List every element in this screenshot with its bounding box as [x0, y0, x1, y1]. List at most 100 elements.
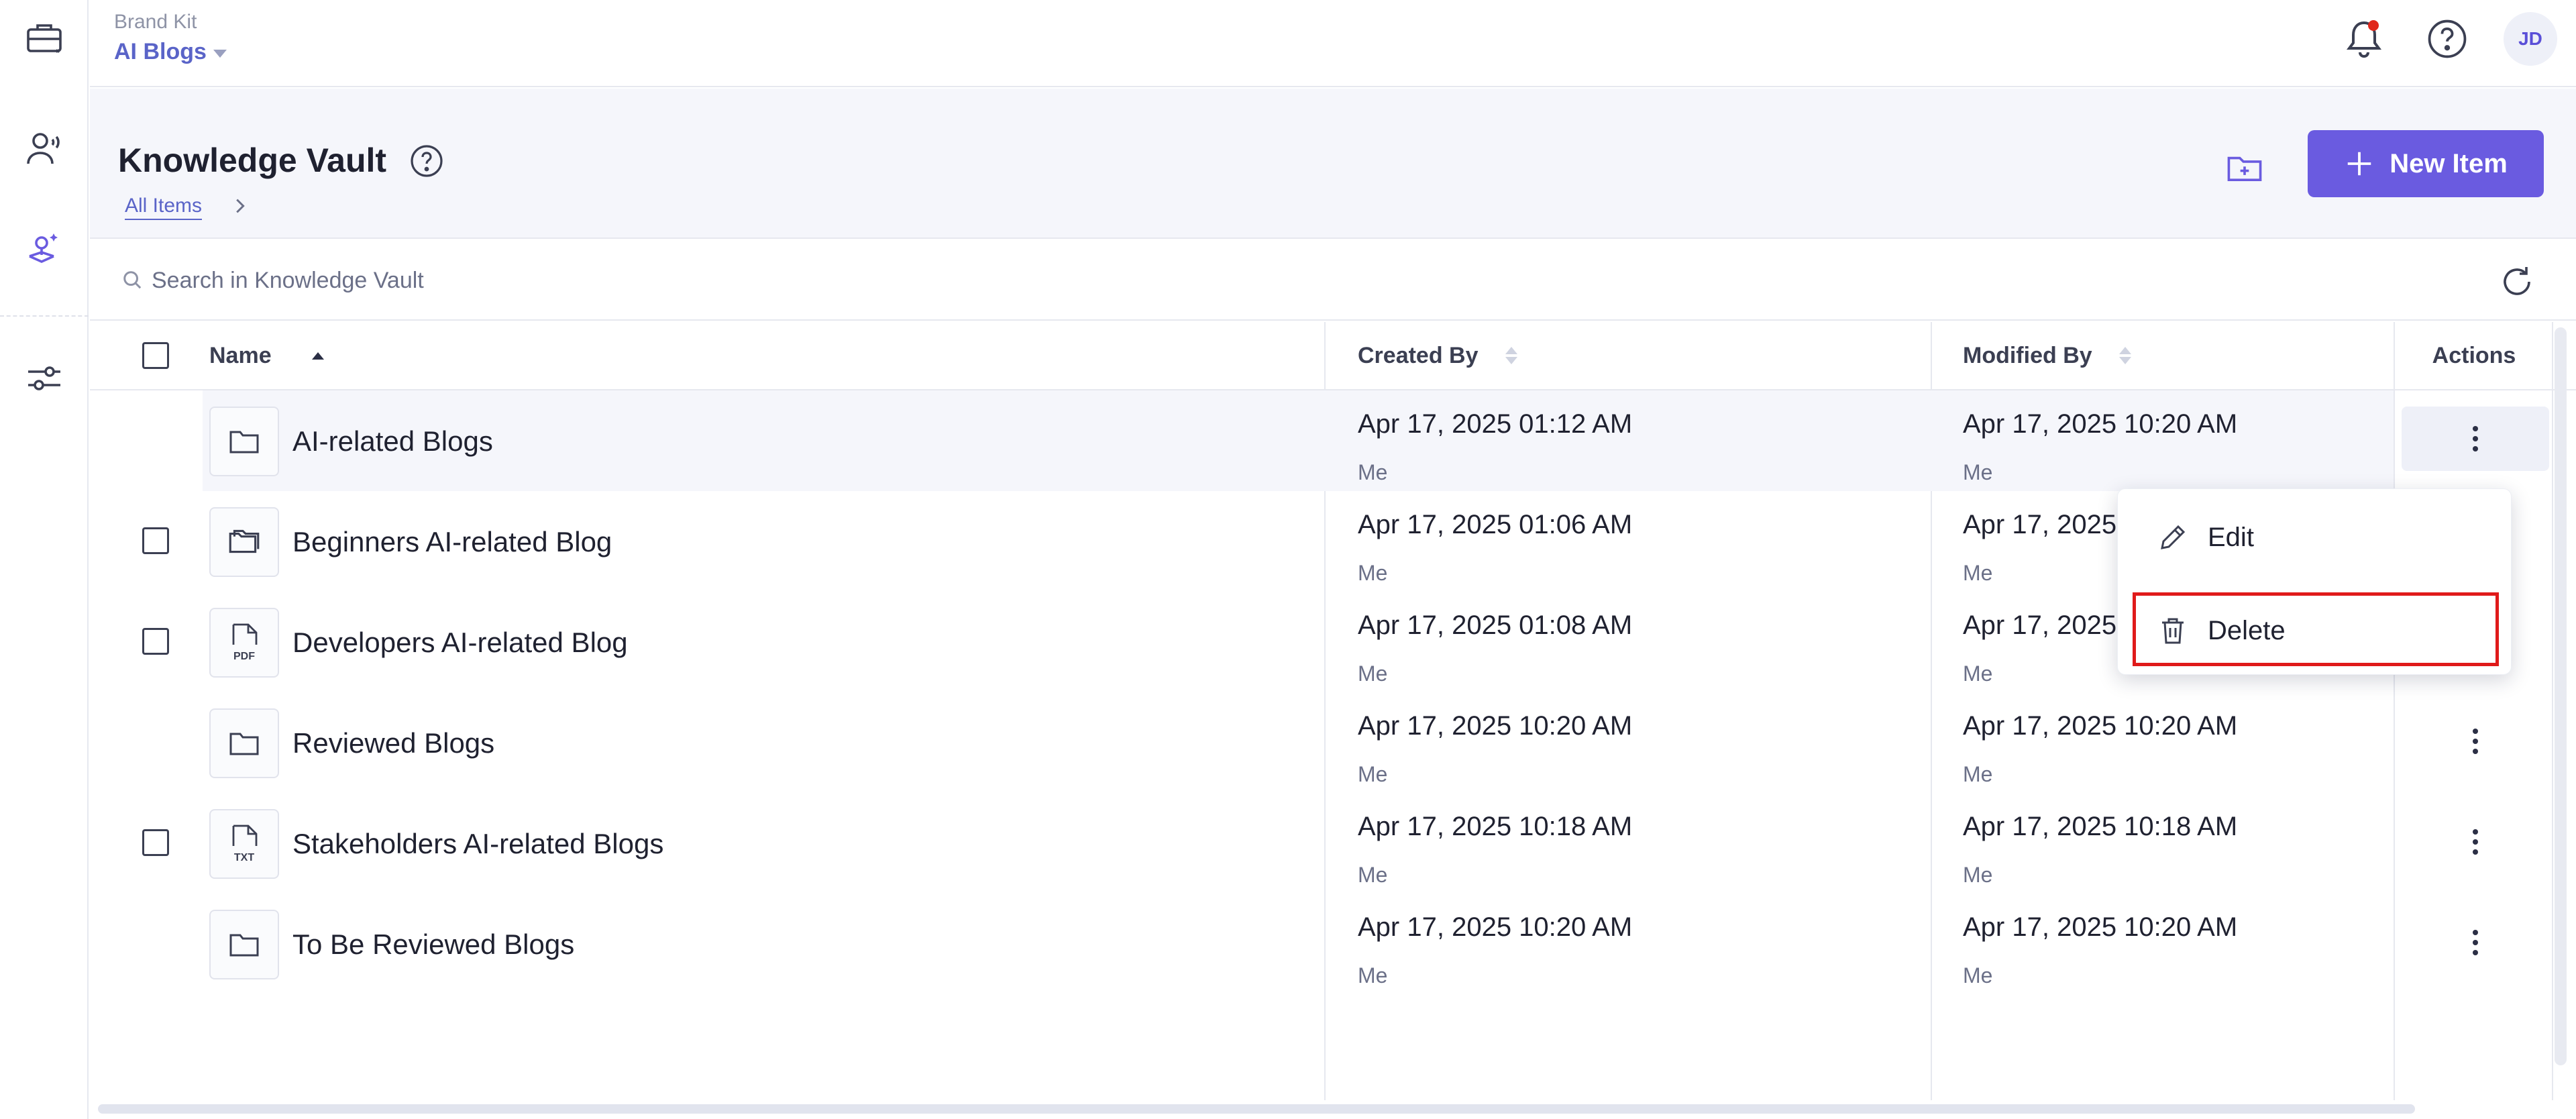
row-name[interactable]: AI-related Blogs [292, 425, 493, 458]
column-modified-label: Modified By [1963, 342, 2092, 368]
help-icon[interactable] [2423, 15, 2471, 63]
vertical-scrollbar[interactable] [2555, 327, 2567, 1065]
breadcrumb-all-items[interactable]: All Items [125, 195, 203, 220]
horizontal-scrollbar[interactable] [98, 1104, 2415, 1114]
table-row[interactable]: Reviewed Blogs Apr 17, 2025 10:20 AM Me … [90, 692, 2394, 793]
table-row[interactable]: PDF Developers AI-related Blog Apr 17, 2… [90, 592, 2394, 692]
txt-file-icon: TXT [209, 809, 279, 879]
column-header-created[interactable]: Created By [1358, 322, 1517, 389]
modified-date: Apr 17, 2025 10:20 AM [1963, 912, 2238, 942]
row-name[interactable]: Developers AI-related Blog [292, 627, 628, 659]
toolkit-icon[interactable] [15, 8, 74, 67]
new-item-button[interactable]: New Item [2308, 130, 2544, 197]
notification-bell-icon[interactable] [2340, 15, 2388, 63]
top-bar [90, 0, 2576, 87]
more-actions-icon[interactable] [2455, 818, 2496, 865]
menu-item-edit[interactable]: Edit [2157, 511, 2254, 564]
search-bar [90, 240, 2576, 321]
brand-selector[interactable]: AI Blogs [114, 39, 227, 65]
created-date: Apr 17, 2025 01:08 AM [1358, 610, 1633, 640]
help-circle-icon[interactable] [409, 144, 444, 178]
page-title: Knowledge Vault [118, 142, 387, 179]
menu-edit-label: Edit [2208, 522, 2254, 552]
modified-by: Me [1963, 963, 1993, 988]
row-context-menu: Edit Delete [2117, 488, 2512, 675]
folder-stack-icon [209, 507, 279, 577]
column-name-label: Name [209, 342, 272, 368]
page-header: Knowledge Vault All Items New Item [90, 89, 2576, 239]
table-row[interactable]: AI-related Blogs Apr 17, 2025 01:12 AM M… [90, 390, 2394, 491]
folder-icon [209, 407, 279, 476]
row-checkbox[interactable] [142, 527, 169, 554]
modified-date: Apr 17, 2025 10:20 AM [1963, 711, 2238, 741]
modified-by: Me [1963, 762, 1993, 786]
modified-by: Me [1963, 863, 1993, 887]
created-by: Me [1358, 762, 1388, 786]
sort-ascending-icon[interactable] [311, 352, 324, 360]
modified-by: Me [1963, 661, 1993, 686]
settings-sliders-icon[interactable] [15, 349, 74, 408]
created-date: Apr 17, 2025 01:06 AM [1358, 510, 1633, 539]
menu-delete-label: Delete [2208, 615, 2286, 645]
created-date: Apr 17, 2025 01:12 AM [1358, 409, 1633, 439]
agent-icon[interactable] [15, 118, 74, 177]
brand-kit-caption: Brand Kit [114, 11, 197, 33]
created-by: Me [1358, 661, 1388, 686]
table-row[interactable]: To Be Reviewed Blogs Apr 17, 2025 10:20 … [90, 894, 2394, 994]
modified-date: Apr 17, 2025 10:20 AM [1963, 409, 2238, 439]
created-date: Apr 17, 2025 10:20 AM [1358, 912, 1633, 942]
column-header-actions: Actions [2432, 342, 2516, 368]
more-actions-icon[interactable] [2455, 919, 2496, 966]
row-name[interactable]: Reviewed Blogs [292, 727, 494, 759]
sort-icon[interactable] [2118, 347, 2131, 364]
select-all-checkbox[interactable] [142, 342, 169, 369]
items-table: Name Created By Modified By Actions AI-r… [90, 322, 2576, 1100]
table-row[interactable]: Beginners AI-related Blog Apr 17, 2025 0… [90, 491, 2394, 592]
created-by: Me [1358, 963, 1388, 988]
search-input[interactable] [152, 260, 957, 301]
left-rail [0, 0, 89, 1119]
pencil-icon [2161, 525, 2186, 549]
modified-date: Apr 17, 2025 [1963, 510, 2117, 539]
created-by: Me [1358, 561, 1388, 585]
column-header-modified[interactable]: Modified By [1963, 322, 2131, 389]
column-created-label: Created By [1358, 342, 1479, 368]
table-row[interactable]: TXT Stakeholders AI-related Blogs Apr 17… [90, 793, 2394, 894]
modified-date: Apr 17, 2025 [1963, 610, 2117, 640]
column-header-name[interactable]: Name [209, 322, 324, 389]
chevron-right-icon [229, 196, 250, 216]
folder-icon [209, 708, 279, 778]
knowledge-icon[interactable] [15, 219, 74, 278]
more-actions-icon[interactable] [2455, 415, 2496, 462]
row-hover-highlight [203, 390, 2394, 491]
row-checkbox[interactable] [142, 829, 169, 856]
row-name[interactable]: Stakeholders AI-related Blogs [292, 828, 663, 860]
refresh-icon[interactable] [2496, 260, 2538, 303]
trash-icon [2162, 618, 2184, 644]
new-item-label: New Item [2390, 148, 2508, 178]
brand-name: AI Blogs [114, 39, 207, 64]
search-icon [122, 270, 142, 290]
more-actions-icon[interactable] [2455, 718, 2496, 765]
created-date: Apr 17, 2025 10:18 AM [1358, 812, 1633, 841]
svg-text:TXT: TXT [234, 852, 254, 863]
row-name[interactable]: Beginners AI-related Blog [292, 526, 612, 558]
user-avatar[interactable]: JD [2504, 12, 2557, 66]
rail-divider [0, 315, 89, 317]
row-name[interactable]: To Be Reviewed Blogs [292, 928, 574, 961]
created-date: Apr 17, 2025 10:20 AM [1358, 711, 1633, 741]
created-by: Me [1358, 460, 1388, 484]
pdf-file-icon: PDF [209, 608, 279, 678]
created-by: Me [1358, 863, 1388, 887]
row-checkbox[interactable] [142, 628, 169, 655]
sort-icon[interactable] [1505, 347, 1517, 364]
new-folder-button[interactable] [2218, 141, 2271, 195]
modified-date: Apr 17, 2025 10:18 AM [1963, 812, 2238, 841]
folder-icon [209, 910, 279, 979]
plus-icon [2347, 152, 2371, 176]
menu-item-delete[interactable]: Delete [2157, 604, 2286, 657]
modified-by: Me [1963, 460, 1993, 484]
svg-text:PDF: PDF [233, 651, 255, 662]
chevron-down-icon [213, 49, 227, 58]
modified-by: Me [1963, 561, 1993, 585]
